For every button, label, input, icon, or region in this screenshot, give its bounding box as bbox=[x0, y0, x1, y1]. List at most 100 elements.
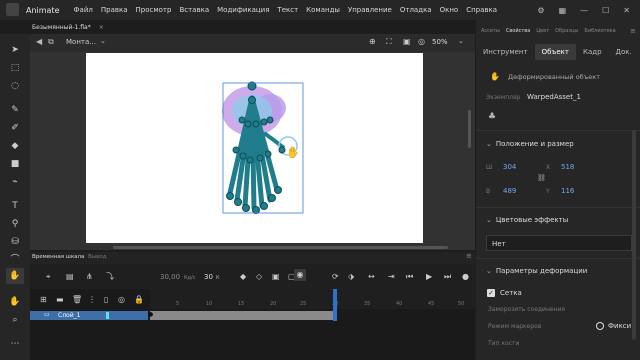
stage-horizontal-scrollbar[interactable] bbox=[113, 246, 448, 249]
tab-swatches[interactable]: Образцы bbox=[555, 28, 578, 38]
minimize-icon[interactable]: — bbox=[580, 6, 588, 15]
menu-file[interactable]: Файл bbox=[74, 6, 93, 14]
timeline-menu-icon[interactable]: ≡ bbox=[466, 252, 472, 260]
menu-commands[interactable]: Команды bbox=[306, 6, 340, 14]
playhead[interactable] bbox=[333, 289, 337, 321]
height-value[interactable]: 489 bbox=[503, 187, 516, 195]
tab-assets[interactable]: Ассеты bbox=[481, 28, 500, 38]
layer-options-icon[interactable]: ⋮ bbox=[88, 295, 96, 305]
y-value[interactable]: 116 bbox=[561, 187, 574, 195]
tween-icon[interactable]: ⤵ bbox=[106, 272, 114, 282]
menu-debug[interactable]: Отладка bbox=[400, 6, 432, 14]
paint-bucket-icon[interactable]: ⛁ bbox=[9, 236, 21, 248]
section-color-effects[interactable]: ⌄ Цветовые эффекты bbox=[476, 216, 640, 224]
menu-window[interactable]: Окно bbox=[440, 6, 459, 14]
delete-layer-icon[interactable]: 🗑 bbox=[72, 295, 82, 305]
parenting-icon[interactable]: ⋔ bbox=[86, 272, 93, 282]
reverse-icon[interactable]: ⬗ bbox=[348, 272, 354, 282]
zoom-slider-icon[interactable]: ● bbox=[462, 272, 469, 282]
brush-icon[interactable]: ✐ bbox=[9, 122, 21, 134]
menu-insert[interactable]: Вставка bbox=[179, 6, 209, 14]
step-forward-icon[interactable]: ⏭ bbox=[444, 272, 451, 282]
view-options-icon[interactable]: ◎ bbox=[418, 37, 425, 46]
start-keyframe-icon[interactable]: ● bbox=[148, 311, 153, 318]
stage-vertical-scrollbar[interactable] bbox=[468, 110, 471, 148]
pen-icon[interactable]: ⌁ bbox=[9, 176, 21, 188]
visibility-icon[interactable]: ◎ bbox=[118, 295, 125, 305]
panel-scrollbar[interactable] bbox=[632, 130, 636, 340]
asset-warp-tool-icon[interactable]: ✋ bbox=[6, 268, 24, 284]
panel-menu-icon[interactable]: ≡ bbox=[630, 27, 636, 35]
close-icon[interactable]: ✕ bbox=[623, 6, 630, 15]
menu-edit[interactable]: Правка bbox=[101, 6, 128, 14]
loop-icon[interactable]: ⟳ bbox=[332, 272, 339, 282]
keyframe-icon[interactable]: ◆ bbox=[240, 272, 246, 282]
play-icon[interactable]: ▶ bbox=[426, 272, 432, 282]
mesh-checkbox[interactable]: ✓ bbox=[487, 289, 495, 297]
layer-color-swatch[interactable] bbox=[106, 312, 109, 319]
menu-control[interactable]: Управление bbox=[348, 6, 392, 14]
insert-frame-icon[interactable]: ▣ bbox=[272, 272, 280, 282]
center-stage-icon[interactable]: ⊕ bbox=[369, 37, 376, 46]
tab-properties[interactable]: Свойства bbox=[506, 28, 530, 38]
layer-frame-span[interactable] bbox=[150, 311, 333, 320]
camera-icon[interactable]: ⌖ bbox=[46, 272, 51, 282]
add-folder-icon[interactable]: ▬ bbox=[56, 295, 64, 305]
zoom-dropdown-icon[interactable]: ⌄ bbox=[458, 37, 464, 45]
fps-value[interactable]: 30,00 bbox=[160, 272, 180, 282]
settings-icon[interactable]: ⚙ bbox=[537, 6, 544, 15]
tab-color[interactable]: Цвет bbox=[536, 28, 549, 38]
layer-name[interactable]: Слой_1 bbox=[58, 312, 80, 319]
free-transform-icon[interactable]: ⬚ bbox=[9, 62, 21, 74]
section-position-size[interactable]: ⌄ Положение и размер bbox=[476, 140, 640, 148]
grid-icon[interactable]: ▦ bbox=[559, 6, 567, 15]
maximize-icon[interactable]: ☐ bbox=[602, 6, 609, 15]
layer-depth-icon[interactable]: ▤ bbox=[66, 272, 74, 282]
lasso-icon[interactable]: ◌ bbox=[9, 80, 21, 92]
highlight-layers-icon[interactable]: ▯ bbox=[104, 295, 108, 305]
width-value[interactable]: 304 bbox=[503, 163, 516, 171]
width-tool-icon[interactable]: ⌒ bbox=[9, 254, 21, 266]
section-warp-options[interactable]: ⌄ Параметры деформации bbox=[476, 267, 640, 275]
fixed-radio[interactable] bbox=[596, 322, 604, 330]
frame-value[interactable]: 30 bbox=[204, 272, 213, 282]
more-tools-icon[interactable]: ⋯ bbox=[9, 338, 21, 350]
scene-selector[interactable]: Монта... bbox=[66, 38, 96, 46]
zoom-level[interactable]: 50% bbox=[432, 38, 448, 46]
step-back-icon[interactable]: ⏮ bbox=[406, 272, 413, 282]
tab-close-icon[interactable]: × bbox=[99, 24, 104, 31]
menu-view[interactable]: Просмотр bbox=[136, 6, 172, 14]
tab-output[interactable]: Вывод bbox=[88, 254, 107, 260]
document-tab[interactable]: Безымянный-1.fla* × bbox=[32, 21, 104, 33]
tab-timeline[interactable]: Временная шкала bbox=[32, 254, 84, 260]
subtab-frame[interactable]: Кадр bbox=[576, 44, 609, 60]
scene-dropdown-icon[interactable]: ⌄ bbox=[100, 37, 106, 45]
lock-icon[interactable]: 🔒 bbox=[134, 295, 144, 305]
fit-stage-icon[interactable]: ▣ bbox=[403, 37, 411, 46]
menu-modify[interactable]: Модификация bbox=[217, 6, 269, 14]
swap-icon[interactable]: ↔ bbox=[368, 272, 375, 282]
subtab-doc[interactable]: Док. bbox=[609, 44, 639, 60]
pencil-icon[interactable]: ✎ bbox=[9, 104, 21, 116]
subtab-tool[interactable]: Инструмент bbox=[476, 44, 535, 60]
selection-tool-icon[interactable]: ➤ bbox=[9, 44, 21, 56]
warped-jellyfish-asset[interactable]: ✋ bbox=[212, 78, 308, 218]
zoom-icon[interactable]: ⌕ bbox=[9, 314, 21, 326]
blank-keyframe-icon[interactable]: ◇ bbox=[256, 272, 262, 282]
instance-name[interactable]: WarpedAsset_1 bbox=[527, 93, 581, 101]
color-effect-dropdown[interactable]: Нет bbox=[486, 235, 632, 251]
menu-help[interactable]: Справка bbox=[466, 6, 497, 14]
onion-skin-icon[interactable]: ◉ bbox=[294, 269, 306, 281]
eraser-icon[interactable]: ◆ bbox=[9, 140, 21, 152]
frame-ruler[interactable]: 5 10 15 20 25 30 35 40 45 50 bbox=[150, 289, 475, 309]
x-value[interactable]: 518 bbox=[561, 163, 574, 171]
hand-icon[interactable]: ✋ bbox=[9, 296, 21, 308]
frame-nav-icon[interactable]: ⇥ bbox=[388, 272, 395, 282]
rectangle-icon[interactable]: ■ bbox=[9, 158, 21, 170]
clip-content-icon[interactable]: ⛶ bbox=[386, 37, 392, 47]
add-layer-icon[interactable]: ⊞ bbox=[40, 295, 47, 305]
menu-text[interactable]: Текст bbox=[277, 6, 298, 14]
eyedropper-icon[interactable]: ⚲ bbox=[9, 218, 21, 230]
link-dimensions-icon[interactable]: ⛓ bbox=[537, 174, 546, 182]
text-icon[interactable]: T bbox=[9, 200, 21, 212]
